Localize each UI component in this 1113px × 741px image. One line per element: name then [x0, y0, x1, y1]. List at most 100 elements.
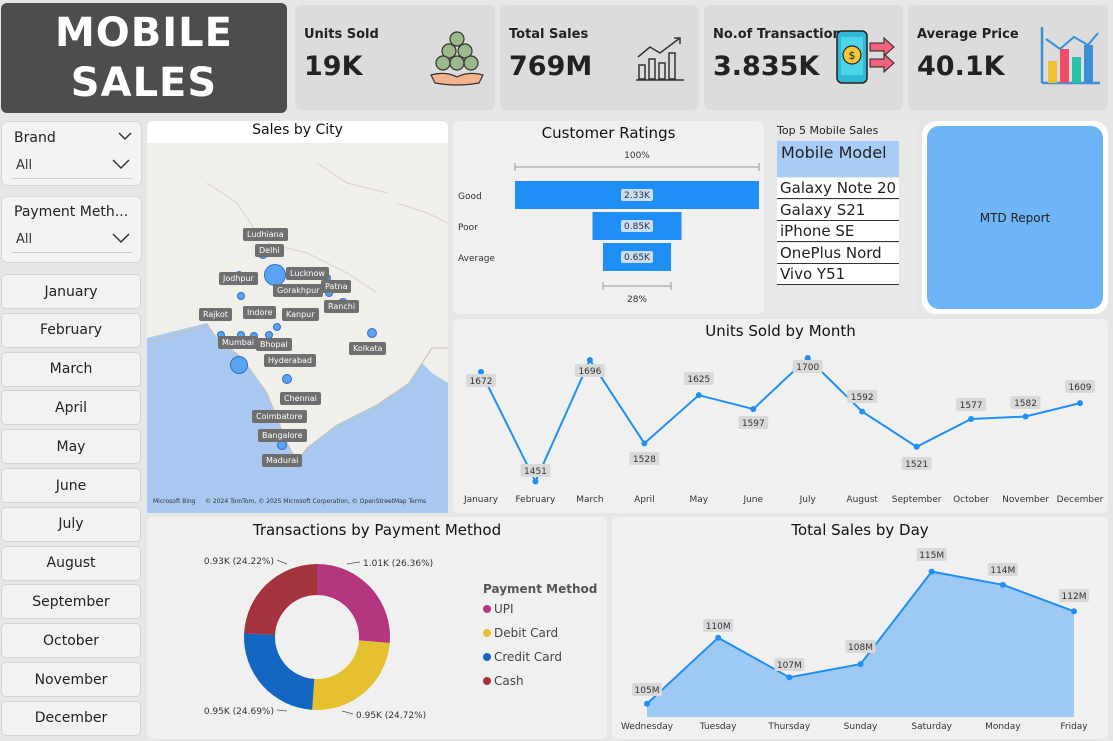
city-label-bangalore: Bangalore — [258, 429, 307, 442]
month-axis-label: October — [953, 495, 989, 505]
units-point[interactable] — [859, 408, 866, 415]
kpi-transactions: No.of Transactions 3.835K $ — [704, 5, 903, 110]
sales-by-day-card: Total Sales by Day 105M Wednesday 110M Tues… — [612, 517, 1108, 739]
dashboard-title: MOBILE SALES — [1, 3, 287, 113]
chevron-down-icon[interactable] — [118, 131, 132, 141]
top5-row[interactable]: iPhone SE — [777, 221, 899, 242]
day-axis-label: Friday — [1060, 722, 1088, 732]
funnel-value: 0.65K — [624, 253, 651, 263]
kpi-value: 3.835K — [713, 51, 820, 82]
city-label-chennai: Chennai — [280, 392, 321, 405]
mtd-report-button[interactable]: MTD Report — [922, 121, 1108, 314]
month-button-december[interactable]: December — [1, 700, 141, 736]
city-bubble[interactable] — [273, 323, 281, 331]
payment-slicer[interactable]: Payment Meth... All — [1, 196, 142, 263]
donut-data-label: 0.95K (24.72%) — [356, 711, 426, 721]
units-point[interactable] — [968, 416, 975, 423]
donut-slice-upi[interactable] — [317, 564, 390, 643]
top5-row[interactable]: OnePlus Nord — [777, 242, 899, 264]
city-bubble[interactable] — [282, 374, 292, 384]
sales-data-label: 107M — [777, 661, 802, 671]
funnel-label-poor: Poor — [458, 223, 478, 233]
funnel-bottom-pct: 28% — [627, 295, 647, 305]
month-button-june[interactable]: June — [1, 468, 141, 503]
units-point[interactable] — [532, 478, 539, 485]
units-point[interactable] — [913, 443, 920, 450]
kpi-label: No.of Transactions — [713, 27, 850, 42]
growth-chart-icon — [636, 37, 684, 81]
legend-item-credit-card[interactable]: Credit Card — [483, 650, 562, 664]
sales-point[interactable] — [999, 581, 1006, 588]
top5-table: Top 5 Mobile Sales Mobile Model Galaxy N… — [770, 121, 917, 314]
ratings-funnel-chart[interactable]: 100% Good 2.33K Poor 0.85K Average 0.65K 28% — [453, 121, 764, 314]
month-button-march[interactable]: March — [1, 351, 141, 387]
sales-point[interactable] — [715, 634, 722, 641]
city-label-kanpur: Kanpur — [282, 308, 319, 321]
sales-point[interactable] — [1071, 608, 1077, 615]
city-bubble[interactable] — [230, 356, 248, 374]
month-button-september[interactable]: September — [1, 584, 141, 620]
units-by-month-chart[interactable]: 1672 January 1451 February 1696 March 1528 Apri… — [453, 319, 1108, 513]
units-by-month-card: Units Sold by Month 1672 January 1451 Febru… — [453, 319, 1108, 513]
city-label-ranchi: Ranchi — [324, 300, 360, 313]
payment-slicer-value[interactable]: All — [16, 232, 32, 247]
chevron-down-icon[interactable] — [112, 232, 130, 244]
city-label-gorakhpur: Gorakhpur — [273, 284, 324, 297]
city-bubble[interactable] — [237, 292, 245, 300]
sales-point[interactable] — [857, 661, 864, 668]
units-point[interactable] — [641, 440, 648, 447]
transactions-payment-card: Transactions by Payment Method 1.01K (26… — [147, 517, 607, 739]
day-axis-label: Wednesday — [621, 722, 674, 732]
funnel-top-pct: 100% — [624, 151, 650, 161]
kpi-value: 40.1K — [917, 51, 1005, 82]
legend-item-debit-card[interactable]: Debit Card — [483, 626, 558, 640]
day-axis-label: Saturday — [911, 722, 952, 732]
units-data-label: 1577 — [960, 401, 983, 411]
legend-label: UPI — [494, 602, 514, 616]
donut-slice-credit-card[interactable] — [243, 633, 315, 710]
units-point[interactable] — [1022, 413, 1029, 420]
units-point[interactable] — [750, 406, 757, 413]
top5-row[interactable]: Galaxy Note 20 — [777, 178, 899, 199]
brand-slicer-label: Brand — [14, 130, 56, 146]
funnel-label-average: Average — [458, 254, 495, 264]
units-point[interactable] — [478, 368, 484, 375]
sales-point[interactable] — [644, 700, 650, 707]
brand-slicer[interactable]: Brand All — [1, 121, 142, 186]
brand-slicer-value[interactable]: All — [16, 158, 32, 173]
month-button-november[interactable]: November — [1, 662, 141, 697]
sales-point[interactable] — [786, 674, 793, 681]
units-point[interactable] — [586, 356, 593, 363]
coins-hand-icon — [430, 31, 484, 86]
legend-item-upi[interactable]: UPI — [483, 602, 514, 616]
mtd-report-label[interactable]: MTD Report — [927, 126, 1103, 309]
sales-data-label: 112M — [1062, 592, 1087, 602]
units-point[interactable] — [695, 392, 702, 399]
kpi-value: 19K — [304, 51, 363, 82]
kpi-label: Average Price — [917, 27, 1019, 42]
sales-data-label: 105M — [635, 686, 660, 696]
month-button-april[interactable]: April — [1, 390, 141, 426]
month-button-may[interactable]: May — [1, 429, 141, 465]
chevron-down-icon[interactable] — [112, 158, 130, 170]
city-bubble[interactable] — [264, 264, 286, 286]
month-button-october[interactable]: October — [1, 623, 141, 659]
sales-by-day-chart[interactable]: 105M Wednesday 110M Tuesday 107M Thursday 108M… — [612, 517, 1108, 739]
donut-slice-cash[interactable] — [244, 564, 317, 635]
month-button-january[interactable]: January — [1, 274, 141, 309]
top5-row[interactable]: Vivo Y51 — [777, 264, 899, 285]
month-button-february[interactable]: February — [1, 312, 141, 348]
units-point[interactable] — [1077, 400, 1083, 407]
sales-point[interactable] — [928, 568, 935, 575]
month-button-july[interactable]: July — [1, 506, 141, 542]
mobile-payment-icon: $ — [836, 30, 895, 84]
legend-item-cash[interactable]: Cash — [483, 674, 524, 688]
city-label-ludhiana: Ludhiana — [243, 228, 288, 241]
month-axis-label: March — [576, 495, 603, 505]
kpi-label: Total Sales — [509, 27, 589, 42]
top5-row[interactable]: Galaxy S21 — [777, 199, 899, 221]
top5-header[interactable]: Mobile Model — [777, 141, 899, 177]
month-button-august[interactable]: August — [1, 545, 141, 581]
donut-slice-debit-card[interactable] — [312, 640, 390, 710]
city-bubble[interactable] — [367, 328, 377, 338]
